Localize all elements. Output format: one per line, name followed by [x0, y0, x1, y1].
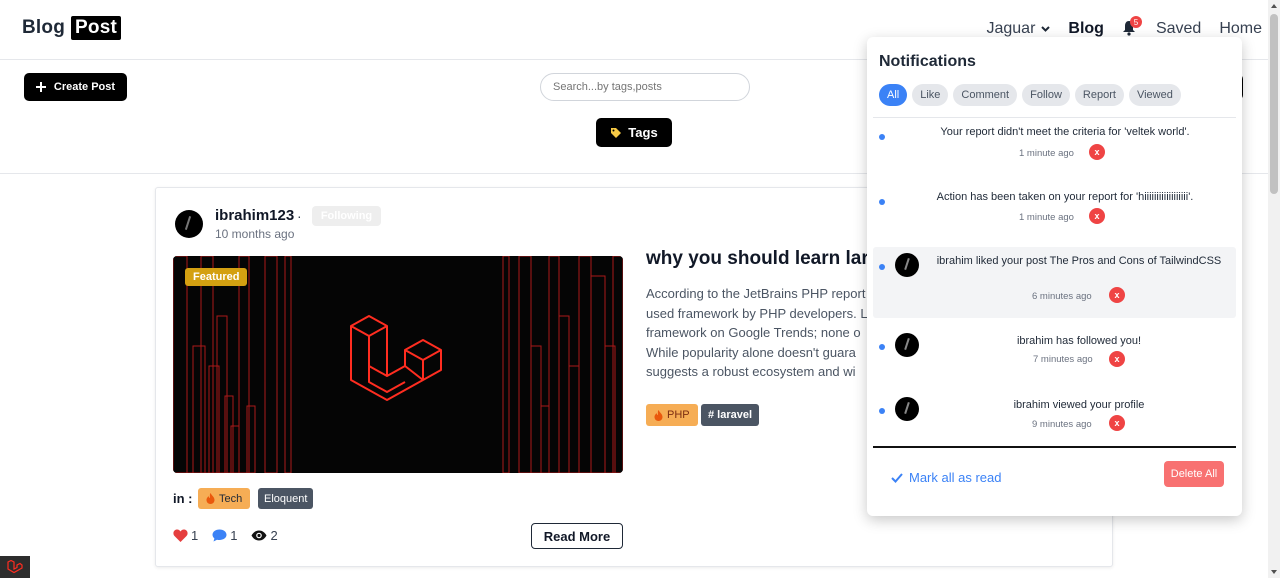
checkmark-icon [891, 472, 903, 483]
mark-all-read-button[interactable]: Mark all as read [891, 470, 1001, 485]
mark-all-read-label: Mark all as read [909, 470, 1002, 485]
dismiss-notification-button[interactable]: x [1109, 287, 1125, 303]
logo-blog-text: Blog [22, 17, 66, 38]
laravel-logo-icon[interactable] [0, 556, 30, 578]
categories-label: in : [173, 491, 193, 506]
read-more-button[interactable]: Read More [531, 523, 623, 549]
tags-button[interactable]: Tags [596, 118, 672, 147]
like-count: 1 [191, 528, 199, 543]
heart-icon [173, 529, 188, 542]
notification-time: 9 minutes ago [1032, 419, 1092, 430]
filter-follow[interactable]: Follow [1022, 84, 1070, 106]
page-scrollbar[interactable] [1268, 0, 1280, 578]
user-name: Jaguar [986, 20, 1036, 37]
notification-avatar [895, 333, 919, 357]
filter-report[interactable]: Report [1074, 84, 1124, 106]
notification-count-badge: 5 [1129, 16, 1142, 28]
view-count: 2 [270, 528, 278, 543]
flame-icon [206, 493, 215, 504]
author-avatar[interactable] [175, 210, 203, 238]
notification-item[interactable]: ibrahim viewed your profile 9 minutes ag… [873, 382, 1236, 446]
notification-time: 1 minute ago [1019, 148, 1074, 159]
notification-list: Your report didn't meet the criteria for… [873, 119, 1236, 446]
unread-dot-icon [879, 264, 885, 270]
scroll-up-arrow-icon[interactable] [1271, 4, 1277, 8]
notification-text: Your report didn't meet the criteria for… [940, 126, 1190, 138]
author-name[interactable]: ibrahim123 [215, 207, 294, 224]
scrollbar-thumb[interactable] [1270, 14, 1278, 194]
post-time: 10 months ago [215, 227, 295, 241]
comment-count: 1 [230, 528, 238, 543]
like-stat[interactable]: 1 [173, 528, 198, 543]
comment-icon [212, 529, 227, 542]
plus-icon [35, 82, 46, 92]
notifications-panel: Notifications All Like Comment Follow Re… [867, 37, 1242, 516]
notification-time: 7 minutes ago [1033, 354, 1093, 365]
notification-item[interactable]: ibrahim liked your post The Pros and Con… [873, 247, 1236, 318]
notifications-footer-divider [873, 446, 1236, 448]
delete-all-button[interactable]: Delete All [1164, 461, 1224, 487]
unread-dot-icon [879, 134, 885, 140]
notification-text: ibrahim has followed you! [1016, 335, 1142, 347]
nav-home-link[interactable]: Home [1219, 20, 1262, 38]
post-cover-image[interactable]: Featured [173, 256, 623, 473]
nav-links: Jaguar Blog 5 Saved Home [986, 16, 1262, 38]
notification-filters: All Like Comment Follow Report Viewed [879, 84, 1181, 106]
notification-time: 6 minutes ago [1032, 291, 1092, 302]
post-excerpt: According to the JetBrains PHP report us… [646, 286, 868, 379]
flame-icon [654, 409, 663, 421]
unread-dot-icon [879, 408, 885, 414]
post-title[interactable]: why you should learn lar [646, 248, 869, 270]
filter-comment[interactable]: Comment [953, 84, 1018, 106]
notification-text: Action has been taken on your report for… [936, 191, 1194, 203]
post-tag-laravel[interactable]: # laravel [701, 404, 760, 426]
nav-blog-link[interactable]: Blog [1068, 20, 1104, 38]
dismiss-notification-button[interactable]: x [1089, 208, 1105, 224]
search-input[interactable] [540, 73, 750, 101]
notification-text: ibrahim viewed your profile [1013, 399, 1145, 411]
tag-icon [611, 127, 622, 138]
post-tag-label: PHP [667, 409, 690, 421]
dismiss-notification-button[interactable]: x [1089, 144, 1105, 160]
site-logo[interactable]: Blog Post [22, 16, 121, 40]
notification-item[interactable]: ibrahim has followed you! 7 minutes ago … [873, 318, 1236, 382]
tags-label: Tags [628, 125, 658, 140]
dismiss-notification-button[interactable]: x [1109, 351, 1125, 367]
dismiss-notification-button[interactable]: x [1109, 415, 1125, 431]
scroll-down-arrow-icon[interactable] [1271, 570, 1277, 574]
notification-text: ibrahim liked your post The Pros and Con… [936, 255, 1222, 267]
category-label: Tech [219, 492, 243, 505]
unread-dot-icon [879, 199, 885, 205]
notification-bell-button[interactable]: 5 [1122, 16, 1142, 38]
notifications-title: Notifications [879, 53, 976, 70]
eye-icon [251, 530, 267, 541]
notification-item[interactable]: Your report didn't meet the criteria for… [873, 119, 1236, 183]
featured-badge: Featured [185, 268, 248, 286]
notification-time: 1 minute ago [1019, 212, 1074, 223]
cover-art [173, 256, 623, 473]
create-post-label: Create Post [53, 81, 116, 93]
notification-avatar [895, 397, 919, 421]
chevron-down-icon [1041, 26, 1051, 32]
user-menu[interactable]: Jaguar [986, 20, 1051, 38]
category-eloquent[interactable]: Eloquent [258, 488, 314, 509]
notifications-divider [873, 117, 1236, 118]
unread-dot-icon [879, 344, 885, 350]
view-stat: 2 [251, 528, 278, 543]
nav-saved-link[interactable]: Saved [1156, 20, 1201, 38]
create-post-button[interactable]: Create Post [24, 73, 127, 101]
category-tech[interactable]: Tech [198, 488, 251, 509]
notification-avatar [895, 253, 919, 277]
filter-all[interactable]: All [879, 84, 908, 106]
logo-post-text: Post [71, 16, 121, 40]
filter-like[interactable]: Like [912, 84, 949, 106]
separator-dot: · [297, 208, 302, 224]
following-button[interactable]: Following [312, 206, 381, 226]
post-tag-php[interactable]: PHP [646, 404, 698, 426]
filter-viewed[interactable]: Viewed [1128, 84, 1181, 106]
comment-stat[interactable]: 1 [212, 528, 237, 543]
notification-item[interactable]: Action has been taken on your report for… [873, 183, 1236, 247]
post-stats: 1 1 2 [173, 528, 278, 543]
